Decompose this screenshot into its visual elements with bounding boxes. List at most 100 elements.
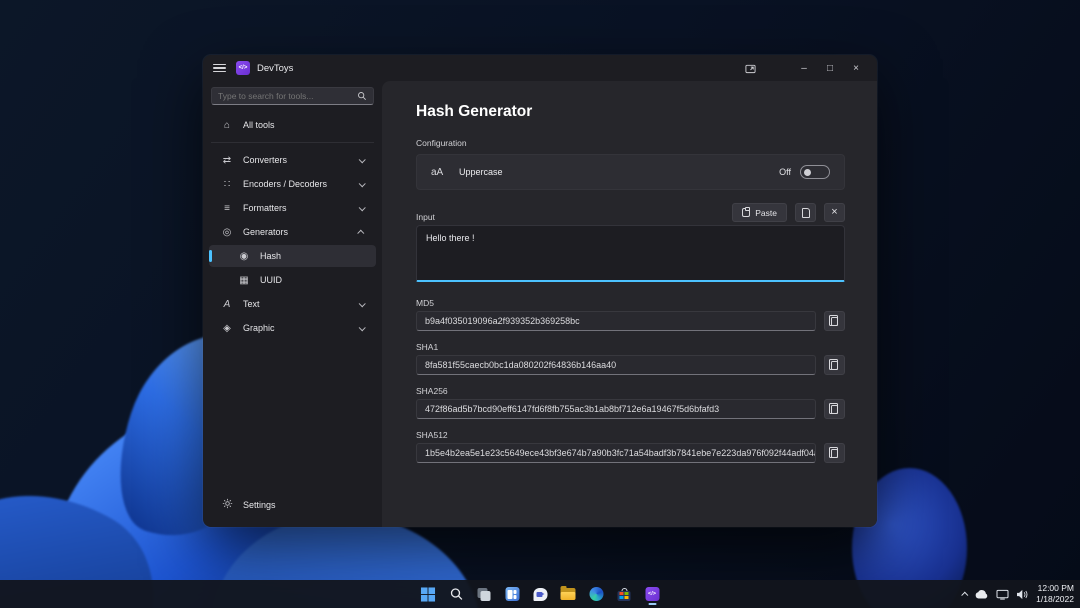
hamburger-menu-icon[interactable] (213, 64, 226, 73)
widgets-icon (505, 587, 519, 601)
minimize-button[interactable]: – (791, 58, 817, 78)
copy-icon (831, 317, 838, 326)
devtoys-taskbar-button[interactable]: </> (641, 582, 664, 606)
chevron-down-icon (359, 204, 366, 211)
network-icon[interactable] (996, 589, 1009, 600)
taskbar: </> 12:00 PM 1/18/2022 (0, 580, 1080, 608)
gear-icon (219, 498, 235, 512)
main-panel: Hash Generator Configuration aA Uppercas… (382, 81, 877, 527)
search-icon (449, 587, 463, 601)
input-textarea[interactable]: Hello there ! (416, 225, 845, 282)
paste-button[interactable]: Paste (732, 203, 787, 222)
sha512-label: SHA512 (416, 430, 845, 440)
microsoft-store-button[interactable] (613, 582, 636, 606)
sidebar-item-formatters[interactable]: ≡ Formatters (209, 197, 376, 219)
open-file-button[interactable] (795, 203, 816, 222)
uppercase-toggle[interactable] (800, 165, 830, 179)
sidebar-item-settings[interactable]: Settings (209, 494, 376, 516)
generators-icon: ◎ (219, 227, 235, 238)
paste-button-label: Paste (755, 208, 777, 218)
sha512-group: SHA512 1b5e4b2ea5e1e23c5649ece43bf3e674b… (416, 430, 845, 463)
onedrive-cloud-icon[interactable] (975, 590, 989, 599)
graphic-icon: ◈ (219, 323, 235, 334)
encoders-decoders-icon: ∷ (219, 179, 235, 190)
uppercase-setting-card: aA Uppercase Off (416, 154, 845, 190)
sidebar-item-label: Generators (243, 227, 288, 237)
uppercase-label: Uppercase (459, 167, 503, 177)
md5-copy-button[interactable] (824, 311, 845, 331)
md5-group: MD5 b9a4f035019096a2f939352b369258bc (416, 298, 845, 331)
sidebar-item-label: Hash (260, 251, 281, 261)
chat-icon (533, 588, 547, 601)
sidebar-item-label: Converters (243, 155, 287, 165)
sidebar-item-text[interactable]: A Text (209, 293, 376, 315)
devtoys-logo-icon: </> (236, 61, 250, 75)
copy-icon (831, 449, 838, 458)
close-button[interactable]: × (843, 58, 869, 78)
sha1-group: SHA1 8fa581f55caecb0bc1da080202f64836b14… (416, 342, 845, 375)
sidebar-divider (211, 142, 374, 143)
md5-output-field[interactable]: b9a4f035019096a2f939352b369258bc (416, 311, 816, 331)
sha256-label: SHA256 (416, 386, 845, 396)
sidebar-item-uuid[interactable]: ▦ UUID (209, 269, 376, 291)
titlebar: </> DevToys – □ × (203, 55, 877, 81)
devtoys-window: </> DevToys – □ × (203, 55, 877, 527)
sidebar-item-label: Encoders / Decoders (243, 179, 327, 189)
sidebar-item-graphic[interactable]: ◈ Graphic (209, 317, 376, 339)
volume-icon[interactable] (1016, 589, 1029, 600)
taskbar-clock[interactable]: 12:00 PM 1/18/2022 (1036, 583, 1074, 604)
windows-start-icon (421, 587, 436, 602)
maximize-button[interactable]: □ (817, 58, 843, 78)
home-icon: ⌂ (219, 120, 235, 131)
taskbar-search-button[interactable] (445, 582, 468, 606)
devtoys-icon: </> (645, 587, 659, 601)
edge-button[interactable] (585, 582, 608, 606)
sidebar-item-encoders-decoders[interactable]: ∷ Encoders / Decoders (209, 173, 376, 195)
toggle-state-label: Off (779, 167, 791, 177)
sha256-copy-button[interactable] (824, 399, 845, 419)
close-icon: × (831, 207, 837, 218)
sha1-copy-button[interactable] (824, 355, 845, 375)
sidebar: ⌂ All tools ⇄ Converters ∷ Encoders / De… (203, 81, 382, 527)
chevron-up-icon (357, 229, 364, 236)
sha256-group: SHA256 472f86ad5b7bcd90eff6147fd6f8fb755… (416, 386, 845, 419)
sha512-copy-button[interactable] (824, 443, 845, 463)
sha1-output-field[interactable]: 8fa581f55caecb0bc1da080202f64836b146aa40 (416, 355, 816, 375)
task-view-icon (478, 588, 491, 601)
file-icon (802, 208, 810, 218)
active-app-indicator (648, 603, 656, 605)
sha1-label: SHA1 (416, 342, 845, 352)
chat-button[interactable] (529, 582, 552, 606)
copy-icon (831, 361, 838, 370)
sidebar-item-label: UUID (260, 275, 282, 285)
task-view-button[interactable] (473, 582, 496, 606)
copy-icon (831, 405, 838, 414)
sha512-output-field[interactable]: 1b5e4b2ea5e1e23c5649ece43bf3e674b7a90b3f… (416, 443, 816, 463)
tray-chevron-up-icon[interactable] (961, 591, 968, 598)
chevron-down-icon (359, 300, 366, 307)
clear-input-button[interactable]: × (824, 203, 845, 222)
formatters-icon: ≡ (219, 203, 235, 214)
widgets-button[interactable] (501, 582, 524, 606)
compact-overlay-icon (745, 63, 756, 74)
edge-icon (589, 587, 603, 601)
sidebar-item-generators[interactable]: ◎ Generators (209, 221, 376, 243)
hash-icon: ◉ (236, 251, 252, 262)
clipboard-icon (742, 208, 750, 217)
sidebar-item-all-tools[interactable]: ⌂ All tools (209, 114, 376, 136)
search-box[interactable] (211, 87, 374, 105)
system-tray: 12:00 PM 1/18/2022 (963, 580, 1074, 608)
file-explorer-button[interactable] (557, 582, 580, 606)
chevron-down-icon (359, 324, 366, 331)
sidebar-item-label: Formatters (243, 203, 287, 213)
compact-overlay-button[interactable] (737, 58, 763, 78)
sha256-output-field[interactable]: 472f86ad5b7bcd90eff6147fd6f8fb755ac3b1ab… (416, 399, 816, 419)
uuid-icon: ▦ (236, 275, 252, 286)
sidebar-item-hash[interactable]: ◉ Hash (209, 245, 376, 267)
search-input[interactable] (218, 91, 357, 101)
sidebar-item-label: Graphic (243, 323, 275, 333)
configuration-label: Configuration (416, 138, 845, 148)
start-button[interactable] (417, 582, 440, 606)
time-label: 12:00 PM (1036, 583, 1074, 594)
sidebar-item-converters[interactable]: ⇄ Converters (209, 149, 376, 171)
